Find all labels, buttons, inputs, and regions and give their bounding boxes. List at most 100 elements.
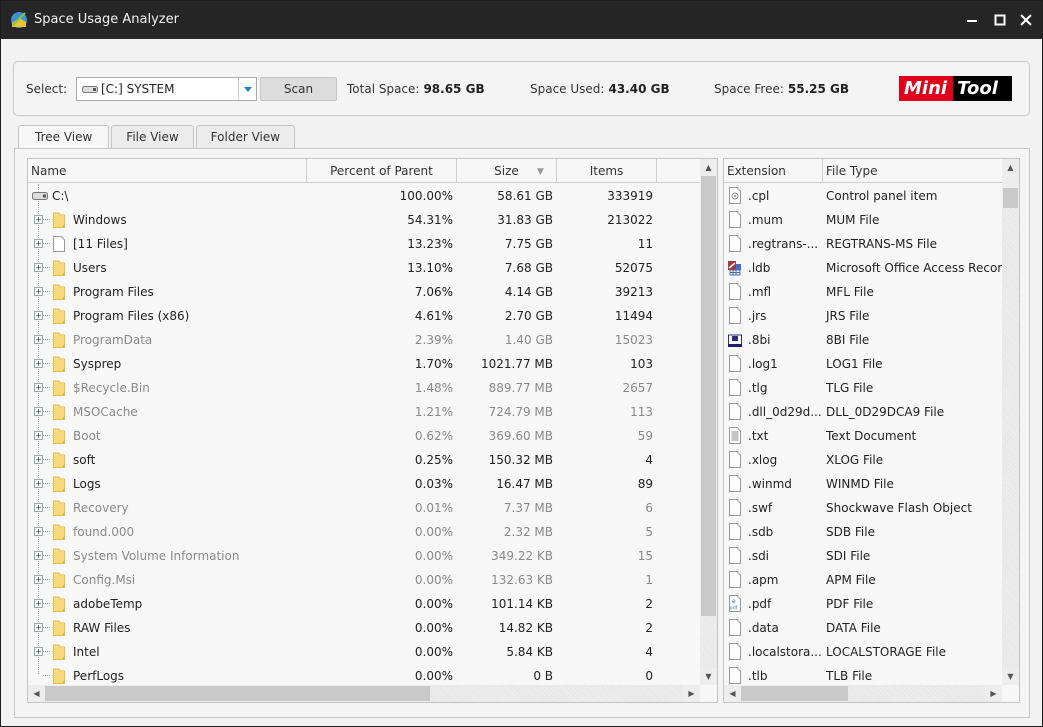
- expand-toggle-icon[interactable]: +: [34, 551, 43, 560]
- expand-toggle-icon[interactable]: +: [34, 287, 43, 296]
- expand-toggle-icon[interactable]: +: [34, 335, 43, 344]
- scroll-left-button[interactable]: ◀: [28, 685, 45, 702]
- expand-toggle-icon[interactable]: +: [34, 575, 43, 584]
- close-button[interactable]: [1015, 9, 1037, 31]
- extension-row[interactable]: .ldb Microsoft Office Access Record: [724, 256, 1010, 280]
- tree-row[interactable]: + Config.Msi 0.00% 132.63 KB 1: [28, 568, 700, 592]
- expand-toggle-icon[interactable]: +: [34, 527, 43, 536]
- tab-tree-view[interactable]: Tree View: [18, 125, 110, 150]
- tree-row[interactable]: + Program Files 7.06% 4.14 GB 39213: [28, 280, 700, 304]
- plugin-icon: [728, 331, 742, 348]
- extension-row[interactable]: .sdi SDI File: [724, 544, 1002, 568]
- ext-vscroll-track[interactable]: [1002, 208, 1019, 668]
- extension-row[interactable]: .swf Shockwave Flash Object: [724, 496, 1002, 520]
- tree-row[interactable]: + adobeTemp 0.00% 101.14 KB 2: [28, 592, 700, 616]
- expand-toggle-icon[interactable]: +: [34, 215, 43, 224]
- tree-hscroll-track[interactable]: [430, 685, 683, 702]
- ext-scroll-up-button[interactable]: ▲: [1002, 159, 1019, 176]
- ext-scroll-right-button[interactable]: ▶: [985, 685, 1002, 702]
- tree-row[interactable]: C:\ 100.00% 58.61 GB 333919: [28, 184, 700, 208]
- folder-icon: [53, 428, 65, 444]
- tree-row[interactable]: + Intel 0.00% 5.84 KB 4: [28, 640, 700, 664]
- scan-button[interactable]: Scan: [260, 77, 337, 101]
- extension-row[interactable]: e pdf .pdf PDF File: [724, 592, 1002, 616]
- scroll-down-button[interactable]: ▼: [700, 668, 717, 685]
- extension-row[interactable]: .cpl Control panel item: [724, 184, 1002, 208]
- extension-row[interactable]: .regtrans-... REGTRANS-MS File: [724, 232, 1002, 256]
- extension-row[interactable]: .winmd WINMD File: [724, 472, 1002, 496]
- tree-row[interactable]: + MSOCache 1.21% 724.79 MB 113: [28, 400, 700, 424]
- tree-vertical-scrollbar[interactable]: ▲ ▼: [700, 159, 717, 685]
- tree-row[interactable]: + found.000 0.00% 2.32 MB 5: [28, 520, 700, 544]
- tab-file-view[interactable]: File View: [111, 125, 194, 148]
- expand-toggle-icon[interactable]: +: [34, 407, 43, 416]
- expand-toggle-icon[interactable]: +: [34, 431, 43, 440]
- tree-row[interactable]: + Recovery 0.01% 7.37 MB 6: [28, 496, 700, 520]
- dropdown-button[interactable]: [238, 78, 256, 100]
- extension-row[interactable]: .apm APM File: [724, 568, 1002, 592]
- tree-row[interactable]: + System Volume Information 0.00% 349.22 KB…: [28, 544, 700, 568]
- extension-row[interactable]: .sdb SDB File: [724, 520, 1002, 544]
- column-header-items[interactable]: Items: [557, 159, 657, 183]
- expand-toggle-icon[interactable]: +: [34, 455, 43, 464]
- scroll-right-button[interactable]: ▶: [683, 685, 700, 702]
- maximize-button[interactable]: [989, 9, 1011, 31]
- tree-row[interactable]: + [11 Files] 13.23% 7.75 GB 11: [28, 232, 700, 256]
- tree-vscroll-track[interactable]: [700, 616, 717, 668]
- column-header-size[interactable]: Size ▼: [457, 159, 557, 183]
- minimize-button[interactable]: [961, 9, 983, 31]
- tree-row[interactable]: + Sysprep 1.70% 1021.77 MB 103: [28, 352, 700, 376]
- extension-vertical-scrollbar[interactable]: ▲ ▼: [1002, 159, 1019, 685]
- tree-vscroll-thumb[interactable]: [701, 176, 716, 616]
- tree-row[interactable]: + soft 0.25% 150.32 MB 4: [28, 448, 700, 472]
- expand-toggle-icon[interactable]: +: [34, 383, 43, 392]
- ext-scroll-left-button[interactable]: ◀: [724, 685, 741, 702]
- expand-toggle-icon[interactable]: +: [34, 647, 43, 656]
- column-header-extension[interactable]: Extension: [724, 159, 823, 183]
- extension-row[interactable]: .8bi 8BI File: [724, 328, 1002, 352]
- tree-horizontal-scrollbar[interactable]: ◀ ▶: [28, 685, 700, 702]
- tree-hscroll-thumb[interactable]: [45, 686, 430, 701]
- expand-toggle-icon[interactable]: +: [34, 479, 43, 488]
- expand-toggle-icon[interactable]: +: [34, 623, 43, 632]
- tree-row[interactable]: + Logs 0.03% 16.47 MB 89: [28, 472, 700, 496]
- extension-horizontal-scrollbar[interactable]: ◀ ▶: [724, 685, 1002, 702]
- extension-row[interactable]: .dll_0d29d... DLL_0D29DCA9 File: [724, 400, 1002, 424]
- expand-toggle-icon[interactable]: +: [34, 311, 43, 320]
- scroll-up-button[interactable]: ▲: [700, 159, 717, 176]
- extension-row[interactable]: .data DATA File: [724, 616, 1002, 640]
- tree-row[interactable]: + RAW Files 0.00% 14.82 KB 2: [28, 616, 700, 640]
- title-bar: Space Usage Analyzer: [1, 1, 1042, 39]
- ext-vscroll-thumb[interactable]: [1003, 188, 1018, 208]
- drive-select[interactable]: [C:] SYSTEM: [76, 77, 257, 101]
- tree-row[interactable]: + ProgramData 2.39% 1.40 GB 15023: [28, 328, 700, 352]
- extension-row[interactable]: .xlog XLOG File: [724, 448, 1002, 472]
- tree-row[interactable]: + Users 13.10% 7.68 GB 52075: [28, 256, 700, 280]
- extension-row[interactable]: .txt Text Document: [724, 424, 1002, 448]
- ext-scroll-down-button[interactable]: ▼: [1002, 668, 1019, 685]
- tree-row[interactable]: + Boot 0.62% 369.60 MB 59: [28, 424, 700, 448]
- tree-row[interactable]: + Windows 54.31% 31.83 GB 213022: [28, 208, 700, 232]
- column-header-name[interactable]: Name: [28, 159, 307, 183]
- row-file-type: MUM File: [826, 213, 880, 227]
- row-size: 1021.77 MB: [480, 357, 553, 371]
- tree-row[interactable]: + $Recycle.Bin 1.48% 889.77 MB 2657: [28, 376, 700, 400]
- extension-row[interactable]: .log1 LOG1 File: [724, 352, 1002, 376]
- row-file-type: REGTRANS-MS File: [826, 237, 937, 251]
- tree-row[interactable]: + Program Files (x86) 4.61% 2.70 GB 11494: [28, 304, 700, 328]
- extension-row[interactable]: .mum MUM File: [724, 208, 1002, 232]
- ext-hscroll-thumb[interactable]: [741, 686, 848, 701]
- column-header-percent[interactable]: Percent of Parent: [307, 159, 457, 183]
- expand-toggle-icon[interactable]: +: [34, 239, 43, 248]
- expand-toggle-icon[interactable]: +: [34, 503, 43, 512]
- expand-toggle-icon[interactable]: +: [34, 599, 43, 608]
- extension-row[interactable]: .mfl MFL File: [724, 280, 1002, 304]
- expand-toggle-icon[interactable]: +: [34, 359, 43, 368]
- column-header-file-type[interactable]: File Type: [823, 159, 1003, 183]
- expand-toggle-icon[interactable]: +: [34, 263, 43, 272]
- tab-folder-view[interactable]: Folder View: [195, 125, 296, 148]
- extension-row[interactable]: .localstora... LOCALSTORAGE File: [724, 640, 1002, 664]
- ext-hscroll-track[interactable]: [848, 685, 985, 702]
- extension-row[interactable]: .jrs JRS File: [724, 304, 1002, 328]
- extension-row[interactable]: .tlg TLG File: [724, 376, 1002, 400]
